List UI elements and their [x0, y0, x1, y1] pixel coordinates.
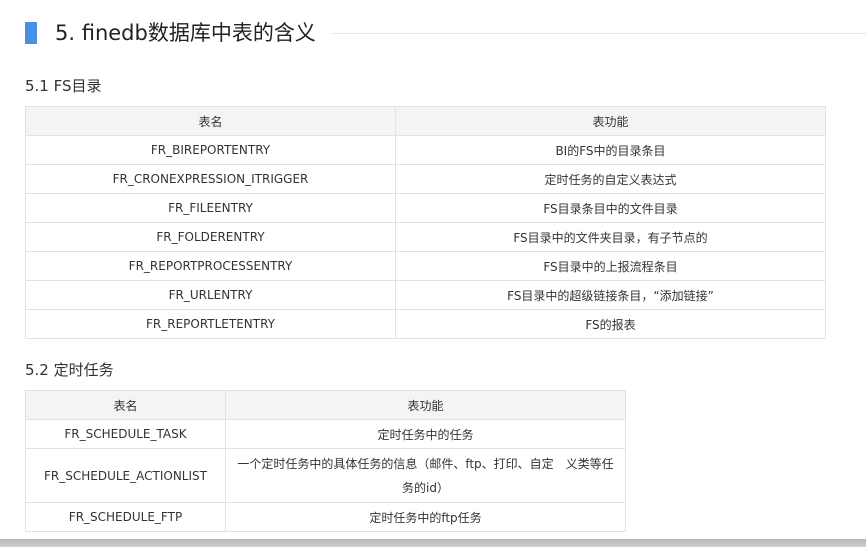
table-function-cell: FS的报表 — [395, 309, 826, 339]
table-function-cell: 一个定时任务中的具体任务的信息（邮件、ftp、打印、自定 义类等任务的id） — [225, 448, 626, 503]
table-row: FR_SCHEDULE_FTP 定时任务中的ftp任务 — [25, 502, 626, 532]
subsection-heading-fs: 5.1 FS目录 — [25, 77, 102, 95]
table-function-cell: 定时任务的自定义表达式 — [395, 164, 826, 194]
table-name-cell: FR_REPORTLETENTRY — [25, 309, 396, 339]
table-name-cell: FR_CRONEXPRESSION_ITRIGGER — [25, 164, 396, 194]
fs-table: 表名 表功能 FR_BIREPORTENTRY BI的FS中的目录条目 FR_C… — [25, 106, 826, 339]
section-divider — [331, 33, 866, 34]
table-row: FR_FOLDERENTRY FS目录中的文件夹目录，有子节点的 — [25, 222, 826, 252]
subsection-heading-schedule: 5.2 定时任务 — [25, 361, 114, 379]
section-title: 5. finedb数据库中表的含义 — [25, 16, 866, 50]
table-function-cell: FS目录中的超级链接条目，“添加链接” — [395, 280, 826, 310]
table-row: FR_SCHEDULE_ACTIONLIST 一个定时任务中的具体任务的信息（邮… — [25, 448, 626, 503]
table-function-cell: BI的FS中的目录条目 — [395, 135, 826, 165]
table-row: FR_SCHEDULE_TASK 定时任务中的任务 — [25, 419, 626, 449]
table-row: FR_CRONEXPRESSION_ITRIGGER 定时任务的自定义表达式 — [25, 164, 826, 194]
table-name-cell: FR_FILEENTRY — [25, 193, 396, 223]
column-header-table-name: 表名 — [25, 106, 396, 136]
table-function-cell: FS目录条目中的文件目录 — [395, 193, 826, 223]
table-row: FR_FILEENTRY FS目录条目中的文件目录 — [25, 193, 826, 223]
table-row: FR_BIREPORTENTRY BI的FS中的目录条目 — [25, 135, 826, 165]
table-row: FR_REPORTPROCESSENTRY FS目录中的上报流程条目 — [25, 251, 826, 281]
column-header-table-name: 表名 — [25, 390, 226, 420]
section-title-text: 5. finedb数据库中表的含义 — [55, 21, 316, 45]
table-row: FR_REPORTLETENTRY FS的报表 — [25, 309, 826, 339]
table-name-cell: FR_REPORTPROCESSENTRY — [25, 251, 396, 281]
table-row: FR_URLENTRY FS目录中的超级链接条目，“添加链接” — [25, 280, 826, 310]
column-header-table-function: 表功能 — [225, 390, 626, 420]
table-name-cell: FR_SCHEDULE_FTP — [25, 502, 226, 532]
horizontal-scrollbar[interactable] — [0, 539, 866, 547]
table-header-row: 表名 表功能 — [25, 106, 826, 136]
table-function-cell: 定时任务中的ftp任务 — [225, 502, 626, 532]
column-header-table-function: 表功能 — [395, 106, 826, 136]
table-function-cell: FS目录中的文件夹目录，有子节点的 — [395, 222, 826, 252]
table-function-cell: FS目录中的上报流程条目 — [395, 251, 826, 281]
table-name-cell: FR_FOLDERENTRY — [25, 222, 396, 252]
section-marker — [25, 22, 37, 44]
table-function-cell: 定时任务中的任务 — [225, 419, 626, 449]
table-name-cell: FR_URLENTRY — [25, 280, 396, 310]
schedule-table: 表名 表功能 FR_SCHEDULE_TASK 定时任务中的任务 FR_SCHE… — [25, 390, 626, 532]
table-name-cell: FR_SCHEDULE_TASK — [25, 419, 226, 449]
table-name-cell: FR_BIREPORTENTRY — [25, 135, 396, 165]
table-header-row: 表名 表功能 — [25, 390, 626, 420]
table-name-cell: FR_SCHEDULE_ACTIONLIST — [25, 448, 226, 503]
